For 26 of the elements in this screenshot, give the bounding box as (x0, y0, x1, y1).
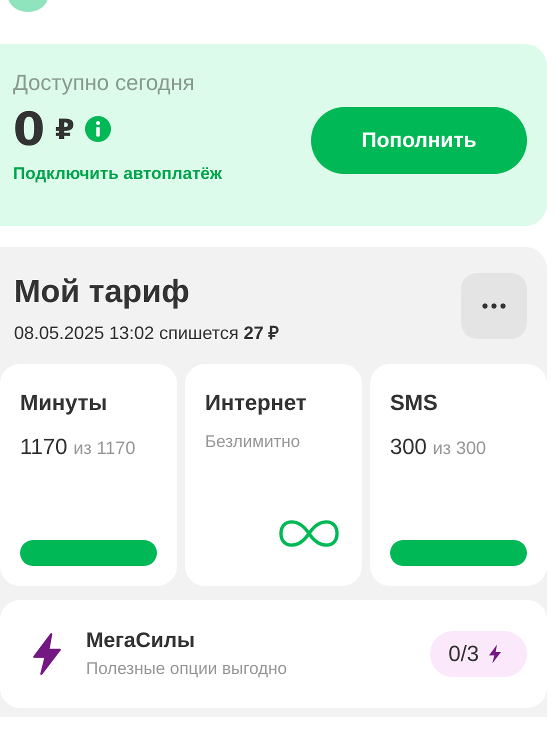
more-icon (481, 303, 507, 309)
counter-title: Интернет (205, 390, 308, 416)
counter-card[interactable]: SMS 300 из 300 (370, 364, 547, 586)
megasily-counter: 0/3 (430, 631, 527, 677)
counter-card[interactable]: Интернет Безлимитно (185, 364, 362, 586)
counter-value: 300 (390, 434, 427, 460)
currency: ₽ (55, 112, 74, 146)
megasily-title: МегаСилы (86, 629, 196, 653)
counter-title: Минуты (20, 390, 108, 416)
lightning-icon (30, 632, 64, 676)
more-button[interactable] (461, 273, 527, 339)
infinity-icon (278, 519, 340, 548)
counter-total: из 300 (432, 438, 486, 459)
charge-info: 08.05.2025 13:02 спишется 27 ₽ (14, 322, 279, 344)
counter-value: Безлимитно (205, 432, 302, 452)
balance-label: Доступно сегодня (13, 70, 195, 96)
balance-amount: 0 (13, 106, 46, 152)
lightning-icon (487, 643, 503, 665)
counter-value: 1170 (20, 434, 68, 460)
megasily-subtitle: Полезные опции выгодно (86, 659, 288, 679)
megasily-card[interactable]: МегаСилы Полезные опции выгодно 0/3 (0, 600, 547, 708)
tariff-title: Мой тариф (14, 273, 190, 310)
counter-total: из 1170 (73, 438, 136, 459)
info-icon[interactable] (84, 116, 110, 142)
counter-title: SMS (390, 390, 439, 416)
counter-card[interactable]: Минуты 1170 из 1170 (0, 364, 177, 586)
